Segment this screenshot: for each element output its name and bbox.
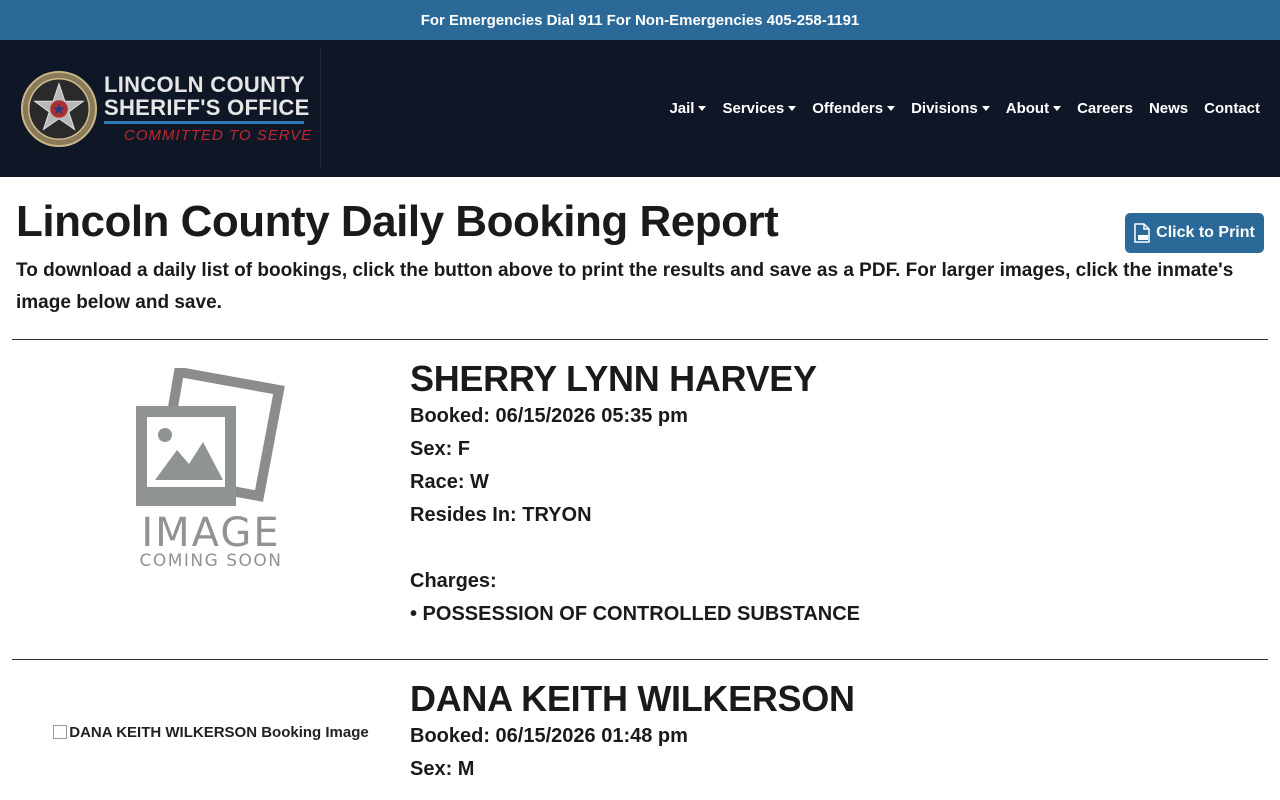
logo-line-1: LINCOLN COUNTY [104,72,305,97]
chevron-down-icon [788,106,797,111]
charges-label: Charges: [410,570,497,592]
nav-jail[interactable]: Jail [669,100,707,117]
sex-field: Sex: M [410,758,475,780]
emergency-banner-text: For Emergencies Dial 911 For Non-Emergen… [420,11,860,29]
booking-record: IMAGE COMING SOON SHERRY LYNN HARVEY Boo… [0,340,1280,631]
nav-news[interactable]: News [1149,100,1188,117]
nav-jail-label: Jail [669,100,695,117]
sheriff-star-badge-icon [20,70,98,147]
nav-about[interactable]: About [1005,100,1062,117]
booking-record: DANA KEITH WILKERSON Booking Image DANA … [0,660,1280,786]
logo-text: LINCOLN COUNTY SHERIFF'S OFFICE COMMITTE… [104,73,312,144]
record-details: DANA KEITH WILKERSON Booked: 06/15/2026 … [410,660,1268,786]
race-field: Race: W [410,471,489,493]
chevron-down-icon [981,106,990,111]
nav-divisions[interactable]: Divisions [911,100,990,117]
page-title: Lincoln County Daily Booking Report [16,197,779,246]
chevron-down-icon [698,106,707,111]
nav-offenders[interactable]: Offenders [812,100,896,117]
nav-divisions-label: Divisions [911,100,978,117]
nav-contact[interactable]: Contact [1204,100,1260,117]
booked-date: Booked: 06/15/2026 05:35 pm [410,405,688,427]
broken-image-icon [53,725,68,739]
charge-item: • POSSESSION OF CONTROLLED SUBSTANCE [410,603,860,625]
main-content: Lincoln County Daily Booking Report Clic… [0,197,1280,319]
main-nav: Jail Services Offenders Divisions About … [669,100,1260,117]
chevron-down-icon [1053,106,1062,111]
placeholder-line-1: IMAGE [141,510,280,556]
nav-services-label: Services [722,100,785,117]
logo-underline [104,121,304,124]
image-coming-soon-placeholder[interactable]: IMAGE COMING SOON [131,368,291,578]
logo-divider [320,48,322,169]
record-image-column: IMAGE COMING SOON [12,340,410,631]
nav-services[interactable]: Services [722,100,797,117]
resides-field: Resides In: TRYON [410,504,592,526]
nav-careers[interactable]: Careers [1077,100,1133,117]
chevron-down-icon [887,106,896,111]
inmate-name: SHERRY LYNN HARVEY [410,358,817,399]
logo-line-2: SHERIFF'S OFFICE [104,95,310,120]
print-button-label: Click to Print [1156,224,1255,241]
nav-contact-label: Contact [1204,100,1260,117]
booked-date: Booked: 06/15/2026 01:48 pm [410,725,688,747]
record-details: SHERRY LYNN HARVEY Booked: 06/15/2026 05… [410,340,1268,631]
logo-motto: COMMITTED TO SERVE [124,127,313,144]
pdf-file-icon [1134,223,1150,243]
site-header: LINCOLN COUNTY SHERIFF'S OFFICE COMMITTE… [0,40,1280,177]
site-logo[interactable]: LINCOLN COUNTY SHERIFF'S OFFICE COMMITTE… [20,40,322,177]
placeholder-line-2: COMING SOON [140,551,283,571]
emergency-banner: For Emergencies Dial 911 For Non-Emergen… [0,0,1280,40]
nav-offenders-label: Offenders [812,100,884,117]
sex-field: Sex: F [410,438,471,460]
nav-about-label: About [1005,100,1050,117]
booking-image-alt: DANA KEITH WILKERSON Booking Image [69,723,369,741]
record-image-column: DANA KEITH WILKERSON Booking Image [12,660,410,786]
broken-booking-image[interactable]: DANA KEITH WILKERSON Booking Image [53,678,369,786]
inmate-name: DANA KEITH WILKERSON [410,678,855,719]
nav-news-label: News [1148,100,1189,117]
nav-careers-label: Careers [1077,100,1133,117]
print-button[interactable]: Click to Print [1125,213,1264,253]
intro-text: To download a daily list of bookings, cl… [16,260,1234,313]
